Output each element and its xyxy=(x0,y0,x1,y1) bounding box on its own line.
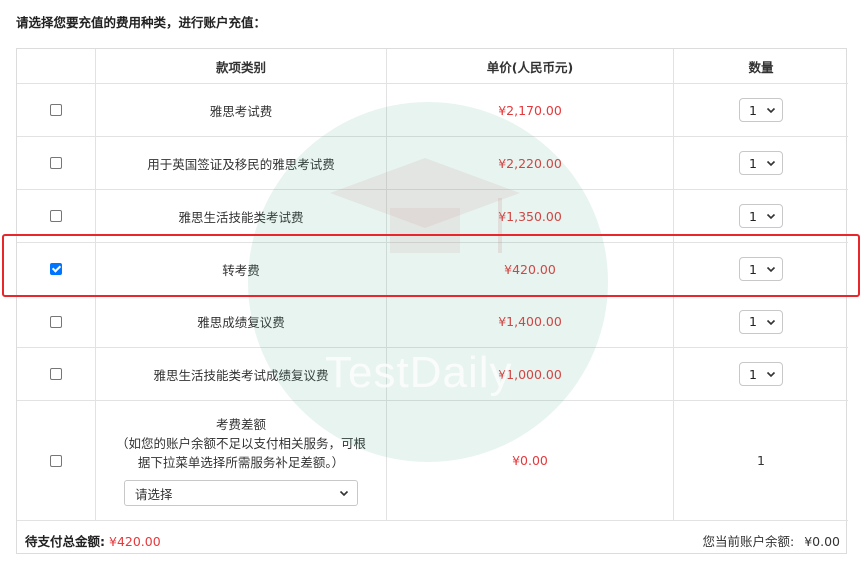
quantity-value: 1 xyxy=(749,314,757,329)
difference-price: ¥0.00 xyxy=(512,453,548,468)
fee-price: ¥1,000.00 xyxy=(498,366,562,382)
fee-name: 雅思生活技能类考试成绩复议费 xyxy=(153,367,329,383)
quantity-select[interactable]: 1 xyxy=(739,98,783,122)
header-price: 单价(人民币元) xyxy=(486,59,574,75)
row-checkbox-checked[interactable] xyxy=(50,263,62,275)
quantity-select[interactable]: 1 xyxy=(739,151,783,175)
fee-name: 雅思考试费 xyxy=(209,103,273,119)
table-footer: 待支付总金额: ¥420.00 您当前账户余额: ¥0.00 xyxy=(17,520,848,555)
total-due: 待支付总金额: ¥420.00 xyxy=(25,531,161,550)
chevron-down-icon xyxy=(766,371,776,378)
balance-value: ¥0.00 xyxy=(804,534,840,549)
row-checkbox[interactable] xyxy=(50,157,62,169)
table-row: 雅思考试费 ¥2,170.00 1 xyxy=(17,83,848,136)
chevron-down-icon xyxy=(766,319,776,325)
chevron-down-icon xyxy=(339,490,349,497)
quantity-value: 1 xyxy=(749,366,757,382)
row-checkbox[interactable] xyxy=(50,315,62,328)
quantity-value: 1 xyxy=(749,208,757,224)
balance-label: 您当前账户余额: xyxy=(702,534,795,549)
table-row-difference: 考费差额 （如您的账户余额不足以支付相关服务，可根据下拉菜单选择所需服务补足差额… xyxy=(17,400,848,520)
chevron-down-icon xyxy=(766,160,776,167)
quantity-value: 1 xyxy=(749,155,757,171)
header-quantity: 数量 xyxy=(748,59,774,75)
fee-name: 雅思成绩复议费 xyxy=(197,315,285,330)
row-checkbox[interactable] xyxy=(50,368,62,380)
row-checkbox[interactable] xyxy=(50,210,62,222)
header-category: 款项类别 xyxy=(215,59,266,75)
table-header: 款项类别 单价(人民币元) 数量 xyxy=(17,49,848,83)
difference-note: （如您的账户余额不足以支付相关服务，可根据下拉菜单选择所需服务补足差额。） xyxy=(115,436,366,470)
fee-name: 用于英国签证及移民的雅思考试费 xyxy=(147,156,335,172)
table-row-selected: 转考费 ¥420.00 1 xyxy=(17,242,848,295)
account-balance: 您当前账户余额: ¥0.00 xyxy=(702,531,840,550)
fee-price: ¥420.00 xyxy=(504,261,556,277)
difference-quantity: 1 xyxy=(757,453,765,468)
service-select[interactable]: 请选择 xyxy=(124,480,358,506)
total-value: ¥420.00 xyxy=(109,534,161,549)
quantity-select[interactable]: 1 xyxy=(739,204,783,228)
fee-name: 雅思生活技能类考试费 xyxy=(178,209,304,225)
fee-price: ¥2,170.00 xyxy=(498,102,562,118)
quantity-value: 1 xyxy=(749,102,757,118)
total-label: 待支付总金额: xyxy=(25,534,105,549)
fee-price: ¥1,400.00 xyxy=(498,314,562,329)
service-select-value: 请选择 xyxy=(135,486,173,502)
page-prompt: 请选择您要充值的费用种类，进行账户充值： xyxy=(16,15,267,30)
table-row: 用于英国签证及移民的雅思考试费 ¥2,220.00 1 xyxy=(17,136,848,189)
table-row: 雅思成绩复议费 ¥1,400.00 1 xyxy=(17,295,848,347)
quantity-value: 1 xyxy=(749,261,757,277)
fee-table: 款项类别 单价(人民币元) 数量 雅思考试费 ¥2,170.00 1 用于英国签… xyxy=(16,48,848,555)
chevron-down-icon xyxy=(766,213,776,220)
chevron-down-icon xyxy=(766,266,776,273)
quantity-select[interactable]: 1 xyxy=(739,257,783,281)
fee-price: ¥1,350.00 xyxy=(498,208,562,224)
fee-name: 转考费 xyxy=(222,262,260,278)
header-select xyxy=(17,49,95,83)
fee-price: ¥2,220.00 xyxy=(498,155,562,171)
quantity-select[interactable]: 1 xyxy=(739,309,783,334)
row-checkbox[interactable] xyxy=(50,454,62,467)
chevron-down-icon xyxy=(766,107,776,114)
table-row: 雅思生活技能类考试成绩复议费 ¥1,000.00 1 xyxy=(17,347,848,400)
difference-title: 考费差额 xyxy=(215,417,266,432)
row-checkbox[interactable] xyxy=(50,104,62,116)
table-row: 雅思生活技能类考试费 ¥1,350.00 1 xyxy=(17,189,848,242)
quantity-select[interactable]: 1 xyxy=(739,362,783,386)
